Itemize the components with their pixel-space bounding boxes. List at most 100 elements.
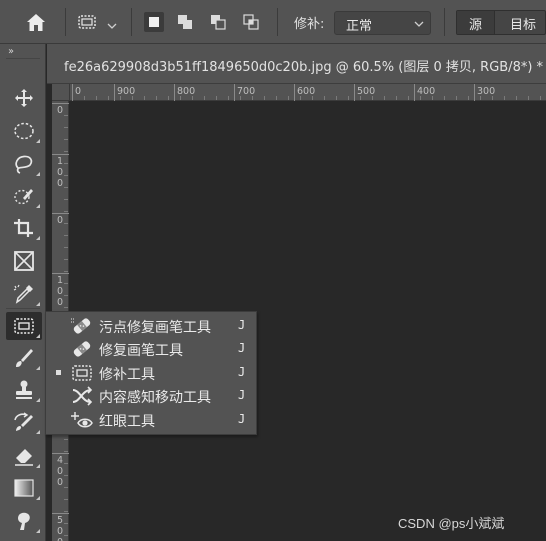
ruler-minor-tick [84, 96, 85, 100]
separator [277, 8, 278, 36]
patch-mode-select[interactable]: 正常 [334, 11, 431, 35]
document-tab[interactable]: fe26a629908d3b51ff1849650d0c20b.jpg @ 60… [47, 44, 546, 84]
history-brush-icon [14, 412, 33, 431]
new-selection-mode-icon[interactable] [144, 12, 164, 32]
ruler-minor-tick [156, 96, 157, 100]
flyout-label: 红眼工具 [99, 414, 155, 430]
ruler-major-tick [72, 84, 73, 101]
quick-selection-tool[interactable] [6, 182, 42, 210]
eraser-tool[interactable] [6, 442, 42, 470]
ruler-minor-tick [64, 175, 68, 176]
ruler-minor-tick [64, 271, 68, 272]
ruler-minor-tick [444, 96, 445, 100]
ruler-minor-tick [64, 259, 68, 260]
source-button[interactable]: 源 [457, 11, 495, 34]
ruler-minor-tick [240, 96, 241, 100]
collapse-panel-icon[interactable]: ›› [8, 46, 14, 57]
ruler-minor-tick [348, 96, 349, 100]
flyout-item-red-eye[interactable]: 红眼工具 J [46, 408, 256, 431]
ruler-minor-tick [180, 96, 181, 100]
document-tab-title: fe26a629908d3b51ff1849650d0c20b.jpg @ 60… [64, 60, 544, 75]
flyout-shortcut: J [238, 412, 246, 426]
ruler-major-tick [52, 103, 69, 104]
add-to-selection-icon[interactable] [175, 12, 195, 32]
flyout-shortcut: J [238, 318, 246, 332]
flyout-item-spot-healing-brush[interactable]: 污点修复画笔工具 J [46, 314, 256, 337]
ruler-minor-tick [64, 535, 68, 536]
tool-group-indicator [36, 302, 40, 306]
ruler-minor-tick [64, 511, 68, 512]
frame-tool[interactable] [6, 247, 42, 275]
ruler-minor-tick [64, 187, 68, 188]
ruler-minor-tick [96, 96, 97, 100]
ruler-label: 0 [75, 86, 82, 97]
flyout-item-content-aware-move[interactable]: 内容感知移动工具 J [46, 384, 256, 407]
ruler-minor-tick [64, 463, 68, 464]
lasso-tool[interactable] [6, 150, 42, 178]
eyedropper-tool[interactable] [6, 280, 42, 308]
patch-icon [72, 365, 92, 381]
tools-panel: ›› [0, 44, 46, 541]
flyout-item-patch[interactable]: 修补工具 J [46, 361, 256, 384]
ruler-label: 0 [57, 105, 64, 116]
tool-group-indicator [36, 366, 40, 370]
marquee-tool[interactable] [6, 117, 42, 145]
ruler-minor-tick [64, 115, 68, 116]
gradient-icon [14, 479, 34, 497]
home-icon[interactable] [19, 10, 53, 36]
ruler-minor-tick [384, 96, 385, 100]
patch-tool[interactable] [6, 312, 42, 340]
ruler-origin[interactable] [52, 84, 70, 101]
toolbar-separator [6, 308, 40, 309]
ruler-minor-tick [324, 96, 325, 100]
clone-stamp-tool[interactable] [6, 376, 42, 404]
ruler-major-tick [354, 84, 355, 101]
brush-tool[interactable] [6, 344, 42, 372]
ruler-minor-tick [64, 211, 68, 212]
ruler-minor-tick [492, 96, 493, 100]
flyout-shortcut: J [238, 341, 246, 355]
ruler-minor-tick [64, 235, 68, 236]
ruler-major-tick [174, 84, 175, 101]
ruler-minor-tick [64, 487, 68, 488]
ruler-minor-tick [192, 96, 193, 100]
ruler-major-tick [52, 453, 69, 454]
quick-selection-icon [14, 189, 33, 205]
ruler-minor-tick [64, 139, 68, 140]
tool-group-indicator [36, 334, 40, 338]
move-icon [15, 89, 33, 107]
destination-button[interactable]: 目标 [510, 11, 545, 34]
crop-icon [14, 219, 33, 237]
crop-tool[interactable] [6, 214, 42, 242]
chevron-down-icon[interactable] [106, 16, 118, 29]
subtract-from-selection-icon[interactable] [208, 12, 228, 32]
ruler-minor-tick [132, 96, 133, 100]
ruler-major-tick [52, 513, 69, 514]
ruler-minor-tick [64, 499, 68, 500]
ruler-minor-tick [456, 96, 457, 100]
ruler-minor-tick [288, 96, 289, 100]
gradient-tool[interactable] [6, 474, 42, 502]
ruler-minor-tick [420, 96, 421, 100]
tool-preset-patch-icon[interactable] [76, 12, 98, 32]
intersect-selection-icon[interactable] [241, 12, 261, 32]
red-eye-icon [71, 412, 93, 428]
smudge-tool[interactable] [6, 507, 42, 535]
ruler-major-tick [52, 213, 69, 214]
flyout-item-healing-brush[interactable]: 修复画笔工具 J [46, 337, 256, 360]
healing-brush-icon [73, 341, 91, 357]
ruler-minor-tick [528, 96, 529, 100]
spot-healing-brush-icon [71, 318, 91, 334]
ruler-minor-tick [108, 96, 109, 100]
brush-icon [16, 349, 33, 367]
ruler-minor-tick [408, 96, 409, 100]
lasso-icon [15, 155, 33, 174]
separator [65, 8, 66, 36]
ruler-minor-tick [64, 523, 68, 524]
history-brush-tool[interactable] [6, 408, 42, 436]
horizontal-ruler[interactable]: 0 900 800 700 600 500 400 300 [70, 84, 546, 101]
clone-stamp-icon [16, 380, 32, 399]
eraser-icon [15, 449, 33, 466]
chevron-down-icon [414, 21, 424, 27]
move-tool[interactable] [6, 84, 42, 112]
